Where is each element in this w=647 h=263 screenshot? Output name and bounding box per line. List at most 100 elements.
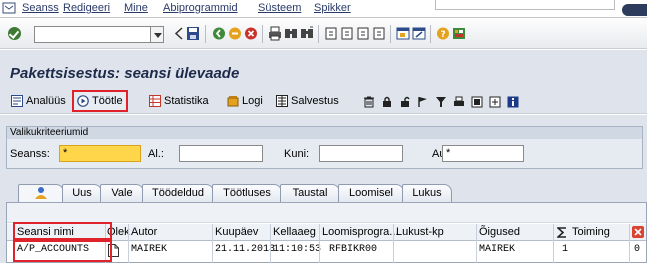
shortcut-icon[interactable] [412,26,426,41]
recording-button[interactable]: Salvestus [273,92,342,110]
print-icon[interactable] [453,96,465,108]
from-date-input[interactable] [179,145,263,162]
find-icon[interactable] [284,26,298,41]
menu-susteem[interactable]: Süsteem [258,2,301,14]
user-icon [35,187,47,199]
process-button[interactable]: Töötle [72,90,128,112]
statistics-label: Statistika [164,95,209,107]
session-input[interactable]: * [59,145,141,162]
statistics-icon [149,95,161,107]
recording-icon [276,95,288,107]
menu-spikker[interactable]: Spikker [314,2,351,14]
command-field[interactable] [34,26,152,43]
analysis-button[interactable]: Analüüs [8,92,69,110]
separator [318,25,319,43]
menu-redigeeri[interactable]: Redigeeri [63,2,110,14]
column-header-date[interactable]: Kuupäev [215,226,258,238]
unlock-icon[interactable] [399,96,411,108]
column-divider [629,224,630,263]
find-next-icon[interactable] [300,26,314,41]
prev-page-icon[interactable] [340,26,354,41]
session-table: Seansi nimi Olek Autor Kuupäev Kellaaeg … [6,202,647,263]
flag-icon[interactable] [417,96,429,108]
next-page-icon[interactable] [356,26,370,41]
tab-all[interactable] [18,184,64,202]
column-divider [319,224,320,263]
save-icon[interactable] [186,26,200,41]
tab-background[interactable]: Taustal [280,184,340,202]
lock-icon[interactable] [381,96,393,108]
refresh-icon[interactable] [489,96,501,108]
highlight-box [13,238,112,262]
menu-icon[interactable] [2,2,16,14]
analysis-icon [11,95,23,107]
layout-icon[interactable] [452,26,466,41]
column-header-action[interactable]: Toiming [572,226,610,238]
tab-locked[interactable]: Lukus [402,184,452,202]
column-header-status[interactable]: Olek [107,226,130,238]
from-label: Al.: [148,148,164,160]
exit-icon[interactable] [228,26,242,41]
title-area-box [435,0,615,10]
column-header-time[interactable]: Kellaaeg [273,226,316,238]
back-icon[interactable] [172,26,186,41]
delete-icon[interactable] [363,96,375,108]
menu-abiprogrammid[interactable]: Abiprogrammid [163,2,238,14]
column-header-lock-date[interactable]: Lukust-kp [396,226,444,238]
first-page-icon[interactable] [324,26,338,41]
enter-icon[interactable] [8,27,21,40]
log-label: Logi [242,95,263,107]
log-icon [227,96,239,107]
statistics-button[interactable]: Statistika [146,92,212,110]
menu-mine[interactable]: Mine [124,2,148,14]
page-title: Pakettsisestus: seansi ülevaade [10,65,240,82]
last-page-icon[interactable] [372,26,386,41]
separator [205,25,206,43]
export-icon[interactable] [471,96,483,108]
analysis-label: Analüüs [26,95,66,107]
new-session-icon[interactable] [396,26,410,41]
author-input[interactable]: * [442,145,524,162]
date-cell: 21.11.2013 [215,244,276,255]
back-nav-icon[interactable] [212,26,226,41]
error-icon [632,226,644,238]
column-header-program[interactable]: Loomisprogra... [322,226,398,238]
column-divider [212,224,213,263]
help-icon[interactable]: ? [436,26,450,41]
tab-processed[interactable]: Töödeldud [142,184,214,202]
separator [430,25,431,43]
column-divider [553,224,554,263]
column-divider [270,224,271,263]
sum-icon [557,227,566,238]
column-header-rights[interactable]: Õigused [479,226,520,238]
menu-seanss[interactable]: Seanss [22,2,59,14]
info-icon[interactable] [507,96,519,108]
to-label: Kuni: [284,148,310,160]
column-divider [393,224,394,263]
svg-text:?: ? [441,30,446,40]
separator [390,25,391,43]
column-divider [128,224,129,263]
tab-creating[interactable]: Loomisel [338,184,404,202]
filter-icon[interactable] [435,96,447,108]
to-date-input[interactable] [319,145,403,162]
highlight-box [13,222,112,242]
log-button[interactable]: Logi [224,92,266,110]
tab-error[interactable]: Vale [100,184,144,202]
window-control[interactable] [622,4,647,16]
process-label: Töötle [92,95,123,107]
session-label: Seanss: [10,148,50,160]
time-cell: 11:10:53 [273,244,322,255]
print-icon[interactable] [268,26,282,41]
command-dropdown-icon[interactable] [150,26,164,43]
tab-new[interactable]: Uus [62,184,102,202]
recording-label: Salvestus [291,95,339,107]
rights-cell: MAIREK [479,244,516,255]
cancel-icon[interactable] [244,26,258,41]
selection-criteria-header: Valikukriteeriumid [7,127,642,139]
tab-in-process[interactable]: Töötluses [212,184,282,202]
action-cell: 1 [562,244,569,255]
column-divider [476,224,477,263]
separator [262,25,263,43]
column-header-author[interactable]: Autor [131,226,157,238]
